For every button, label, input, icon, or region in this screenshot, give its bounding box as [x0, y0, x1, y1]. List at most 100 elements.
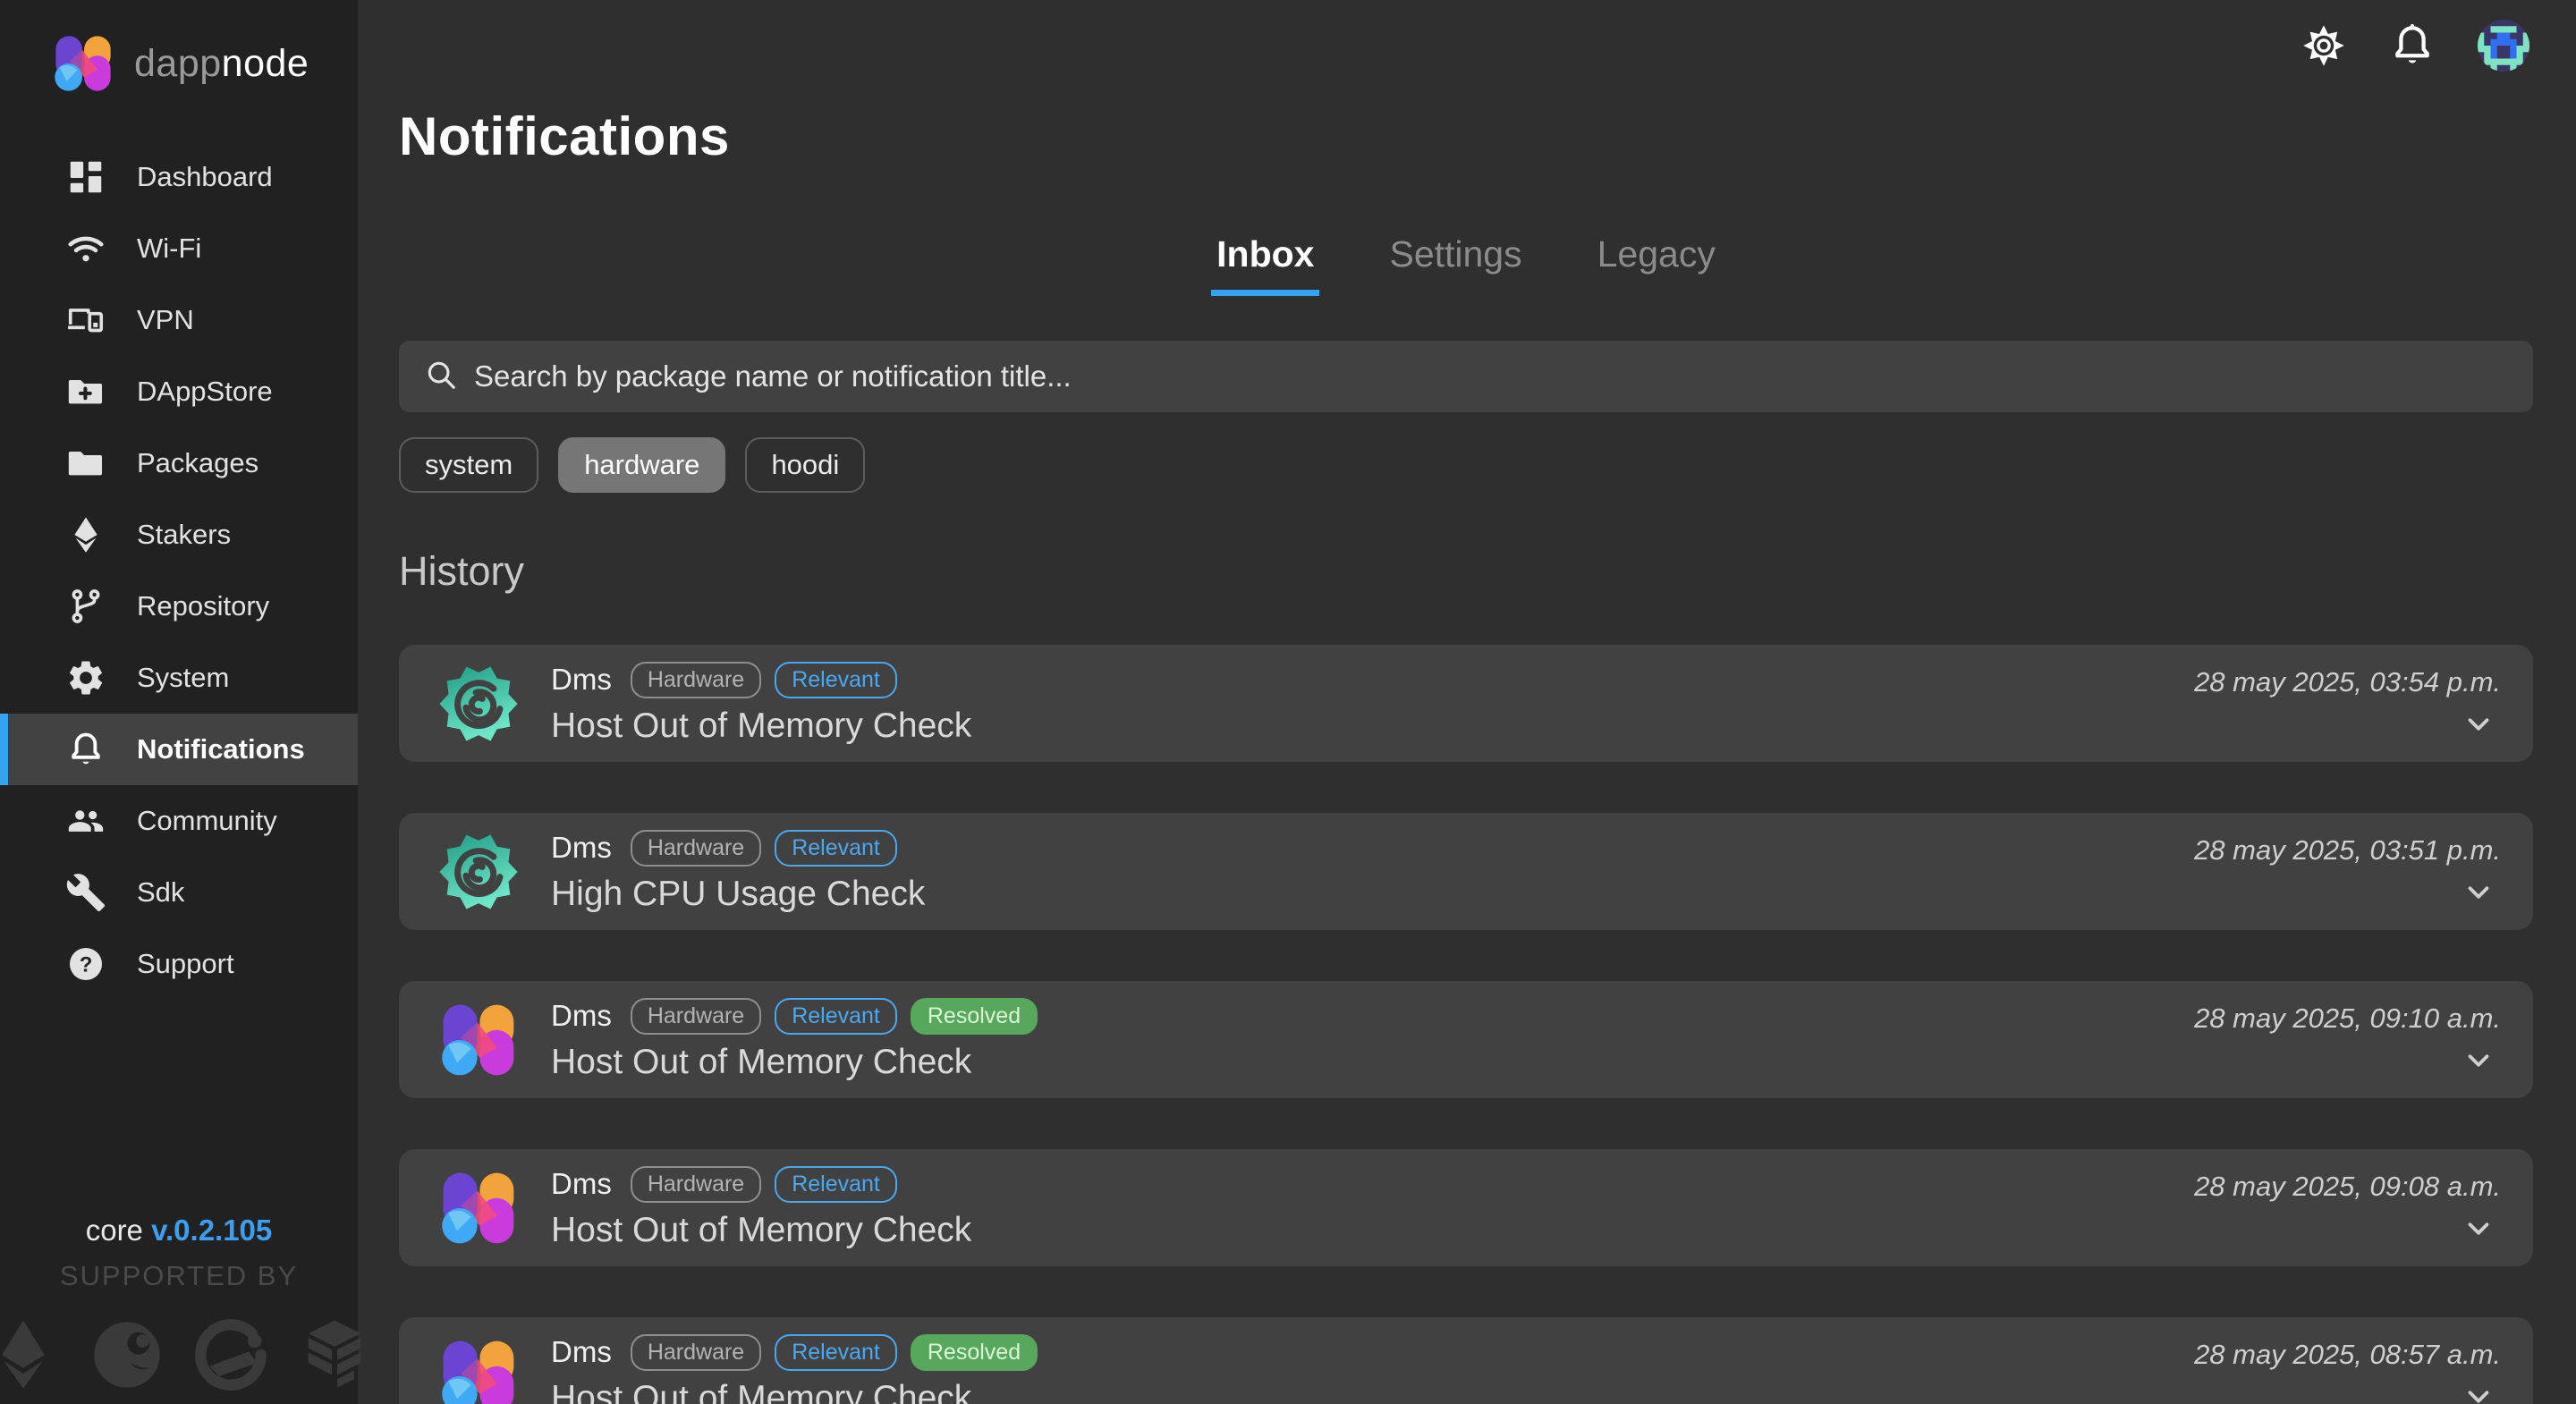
sidebar-spacer: [0, 1000, 358, 1214]
filter-chip-hardware[interactable]: hardware: [558, 437, 725, 493]
system-icon: [65, 657, 106, 698]
badge-relevant: Relevant: [775, 998, 897, 1035]
vpn-icon: [65, 300, 106, 341]
sidebar-item-dashboard[interactable]: Dashboard: [0, 141, 358, 213]
tab-inbox[interactable]: Inbox: [1211, 233, 1319, 296]
dappnode-icon: [438, 1168, 519, 1248]
notification-body: Dms HardwareRelevantResolved Host Out of…: [551, 1334, 2194, 1404]
dappnode-icon: [438, 1336, 519, 1404]
sidebar-item-label: System: [137, 662, 229, 694]
badge-resolved: Resolved: [911, 998, 1038, 1035]
notification-body: Dms HardwareRelevantResolved Host Out of…: [551, 998, 2194, 1082]
tab-legacy[interactable]: Legacy: [1592, 233, 1721, 296]
chevron-down-icon[interactable]: [2462, 875, 2496, 909]
topbar-icons: [2301, 20, 2529, 72]
user-avatar[interactable]: [2478, 20, 2529, 72]
notifications-icon: [65, 729, 106, 770]
sidebar-item-label: Notifications: [137, 733, 305, 765]
chevron-down-icon[interactable]: [2462, 707, 2496, 741]
sidebar-item-support[interactable]: ? Support: [0, 928, 358, 1000]
search-input[interactable]: [474, 359, 2508, 393]
tabs: Inbox Settings Legacy: [399, 233, 2533, 296]
notification-source: Dms: [551, 999, 612, 1033]
sidebar-item-label: Support: [137, 948, 234, 980]
tab-settings[interactable]: Settings: [1384, 233, 1527, 296]
badge-hardware: Hardware: [631, 998, 761, 1035]
sidebar-nav: Dashboard Wi-Fi VPN DAppStore Packages S…: [0, 141, 358, 1000]
chevron-down-icon[interactable]: [2462, 1380, 2496, 1404]
bird-logo-icon: [88, 1315, 166, 1399]
sidebar-item-dappstore[interactable]: DAppStore: [0, 356, 358, 427]
chevron-down-icon[interactable]: [2462, 1212, 2496, 1246]
sidebar-item-stakers[interactable]: Stakers: [0, 499, 358, 571]
notification-body: Dms HardwareRelevant Host Out of Memory …: [551, 662, 2194, 746]
notification-title: Host Out of Memory Check: [551, 706, 2194, 746]
chevron-down-icon[interactable]: [2462, 1044, 2496, 1078]
notification-body: Dms HardwareRelevant Host Out of Memory …: [551, 1166, 2194, 1250]
sidebar-item-vpn[interactable]: VPN: [0, 284, 358, 356]
sidebar-item-label: Dashboard: [137, 161, 273, 193]
sidebar-item-label: Wi-Fi: [137, 233, 201, 265]
sidebar-item-label: DAppStore: [137, 376, 273, 408]
notification-timestamp: 28 may 2025, 03:54 p.m.: [2194, 666, 2501, 698]
theme-sun-icon[interactable]: [2301, 22, 2347, 69]
sidebar-item-notifications[interactable]: Notifications: [0, 714, 358, 785]
page-title: Notifications: [399, 106, 2533, 167]
core-version-link[interactable]: v.0.2.105: [151, 1214, 272, 1247]
notification-source: Dms: [551, 1167, 612, 1201]
filter-chips: system hardware hoodi: [399, 437, 2533, 493]
dappnode-logo-icon: [52, 32, 114, 95]
packages-icon: [65, 443, 106, 484]
history-heading: History: [399, 548, 2533, 595]
supporter-logos: [0, 1315, 358, 1399]
bell-icon[interactable]: [2388, 21, 2436, 70]
dappnode-logo-text: dappnode: [134, 42, 309, 86]
notification-body: Dms Hardware Relevant High CPU Usage Chec…: [551, 830, 2194, 914]
sdk-icon: [65, 872, 106, 913]
notification-card[interactable]: Dms HardwareRelevantResolved Host Out of…: [399, 1317, 2533, 1404]
grafana-icon: [438, 832, 519, 912]
core-label: core: [86, 1214, 143, 1247]
notification-title: High CPU Usage Check: [551, 875, 2194, 914]
sidebar-item-sdk[interactable]: Sdk: [0, 857, 358, 928]
dappstore-icon: [65, 371, 106, 412]
core-version-line: core v.0.2.105: [0, 1214, 358, 1248]
filter-chip-hoodi[interactable]: hoodi: [745, 437, 865, 493]
sidebar-item-wi-fi[interactable]: Wi-Fi: [0, 213, 358, 284]
notification-card[interactable]: Dms Hardware Relevant High CPU Usage Chec…: [399, 813, 2533, 930]
badge-relevant: Relevant: [775, 1334, 897, 1371]
notification-title: Host Out of Memory Check: [551, 1379, 2194, 1404]
sidebar-item-label: Community: [137, 805, 277, 837]
badge-resolved: Resolved: [911, 1334, 1038, 1371]
notification-card[interactable]: Dms HardwareRelevant Host Out of Memory …: [399, 645, 2533, 762]
notification-source: Dms: [551, 663, 612, 697]
sidebar-item-community[interactable]: Community: [0, 785, 358, 857]
notification-source: Dms: [551, 831, 612, 865]
repository-icon: [65, 586, 106, 627]
community-icon: [65, 800, 106, 842]
main-content: Notifications Inbox Settings Legacy system…: [358, 0, 2576, 1404]
badge-relevant: Relevant: [775, 662, 897, 698]
badge-hardware: Hardware: [631, 1166, 761, 1203]
wifi-icon: [65, 228, 106, 269]
dashboard-icon: [65, 156, 106, 198]
notification-timestamp: 28 may 2025, 09:08 a.m.: [2194, 1171, 2501, 1203]
history-list: Dms Hardware Relevant Host Out of Memory …: [399, 645, 2533, 1404]
arc-logo-icon: [191, 1315, 270, 1399]
sidebar-item-system[interactable]: System: [0, 642, 358, 714]
dappnode-brand[interactable]: dappnode: [0, 0, 358, 95]
dappnode-icon: [438, 1000, 519, 1080]
badge-relevant: Relevant: [775, 830, 897, 867]
notification-title: Host Out of Memory Check: [551, 1211, 2194, 1250]
notification-card[interactable]: Dms HardwareRelevant Host Out of Memory …: [399, 1149, 2533, 1266]
sidebar-item-label: Repository: [137, 590, 269, 622]
sidebar-item-packages[interactable]: Packages: [0, 427, 358, 499]
notification-timestamp: 28 may 2025, 09:10 a.m.: [2194, 1002, 2501, 1035]
sidebar-footer: core v.0.2.105 SUPPORTED BY: [0, 1214, 358, 1404]
notification-card[interactable]: Dms HardwareRelevantResolved Host Out of…: [399, 981, 2533, 1098]
badge-hardware: Hardware: [631, 830, 761, 867]
support-icon: ?: [65, 943, 106, 985]
sidebar-item-label: Sdk: [137, 876, 184, 909]
sidebar-item-repository[interactable]: Repository: [0, 571, 358, 642]
filter-chip-system[interactable]: system: [399, 437, 538, 493]
